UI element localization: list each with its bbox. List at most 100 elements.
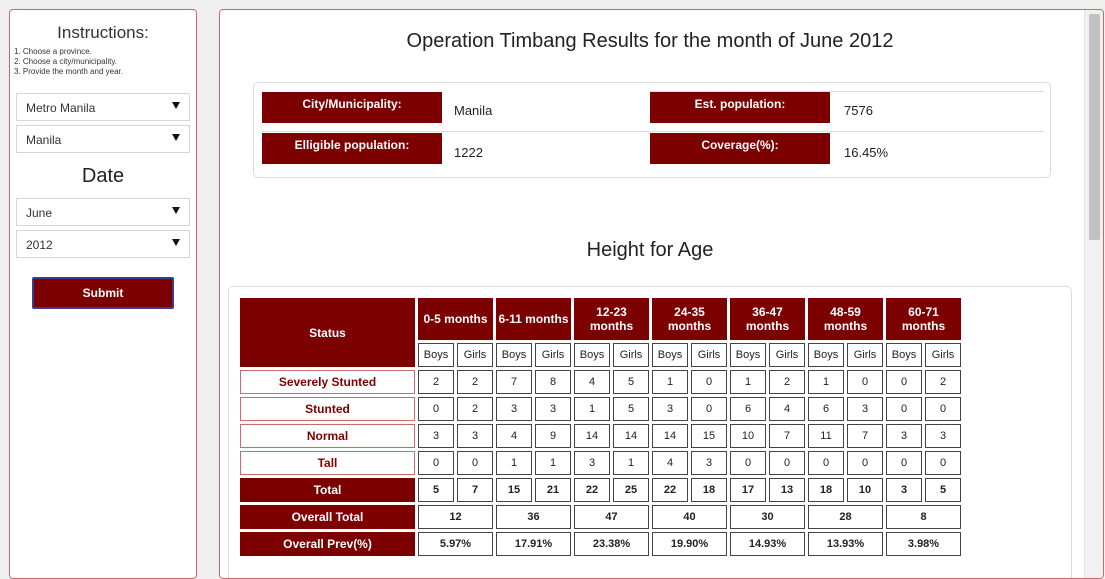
year-select[interactable]: 2012	[16, 230, 190, 258]
instructions-list: 1. Choose a province. 2. Choose a city/m…	[14, 47, 196, 77]
instruction-item: 2. Choose a city/municipality.	[14, 57, 118, 66]
table-row: Overall Total 12 36 47 40 30 28 8	[240, 505, 961, 529]
table-row: Severely Stunted 2 2 7 8 4 5 1 0 1 2 1 0 0 2	[240, 370, 961, 394]
page-title: Operation Timbang Results for the month …	[406, 30, 894, 52]
table-cell: 3	[496, 397, 532, 421]
boys-header: Boys	[886, 343, 922, 367]
girls-header: Girls	[613, 343, 649, 367]
row-label: Stunted	[240, 397, 415, 421]
results-table-container: Status 0-5 months 6-11 months 12-23 mont…	[228, 286, 1072, 578]
table-cell: 0	[769, 451, 805, 475]
table-cell: 3	[652, 397, 688, 421]
table-cell: 13.93%	[808, 532, 883, 556]
est-population-label: Est. population:	[650, 92, 830, 123]
table-cell: 10	[730, 424, 766, 448]
table-cell: 6	[730, 397, 766, 421]
boys-header: Boys	[496, 343, 532, 367]
table-cell: 1	[535, 451, 571, 475]
girls-header: Girls	[847, 343, 883, 367]
table-cell: 14	[574, 424, 610, 448]
submit-button[interactable]: Submit	[32, 277, 174, 309]
city-value: Manila	[454, 103, 493, 118]
table-cell: 8	[886, 505, 961, 529]
table-cell: 3.98%	[886, 532, 961, 556]
table-cell: 14	[613, 424, 649, 448]
coverage-label: Coverage(%):	[650, 133, 830, 164]
table-cell: 0	[925, 397, 961, 421]
table-cell: 0	[418, 451, 454, 475]
table-cell: 18	[808, 478, 844, 502]
table-cell: 1	[652, 370, 688, 394]
table-cell: 0	[418, 397, 454, 421]
table-cell: 19.90%	[652, 532, 727, 556]
table-cell: 3	[925, 424, 961, 448]
table-cell: 9	[535, 424, 571, 448]
table-cell: 15	[691, 424, 727, 448]
table-cell: 1	[496, 451, 532, 475]
section-title: Height for Age	[586, 239, 714, 261]
city-label: City/Municipality:	[262, 92, 442, 123]
age-group-header: 48-59 months	[808, 298, 883, 340]
age-group-header: 12-23 months	[574, 298, 649, 340]
elligible-population-value: 1222	[454, 145, 483, 160]
table-cell: 5	[613, 397, 649, 421]
table-cell: 7	[496, 370, 532, 394]
table-row: Overall Prev(%) 5.97% 17.91% 23.38% 19.90% 14…	[240, 532, 961, 556]
chevron-down-icon	[172, 207, 180, 214]
table-cell: 30	[730, 505, 805, 529]
table-cell: 1	[808, 370, 844, 394]
row-label: Tall	[240, 451, 415, 475]
table-cell: 0	[691, 370, 727, 394]
est-population-value: 7576	[844, 103, 873, 118]
table-cell: 7	[457, 478, 493, 502]
status-header: Status	[240, 298, 415, 367]
age-group-header: 24-35 months	[652, 298, 727, 340]
table-cell: 7	[847, 424, 883, 448]
girls-header: Girls	[535, 343, 571, 367]
province-select-value: Metro Manila	[26, 101, 96, 115]
boys-header: Boys	[574, 343, 610, 367]
table-cell: 21	[535, 478, 571, 502]
date-title: Date	[81, 165, 125, 187]
table-cell: 47	[574, 505, 649, 529]
table-cell: 1	[730, 370, 766, 394]
divider	[262, 131, 1044, 132]
table-cell: 3	[886, 424, 922, 448]
table-cell: 0	[847, 451, 883, 475]
table-cell: 0	[730, 451, 766, 475]
table-cell: 2	[769, 370, 805, 394]
table-cell: 5	[613, 370, 649, 394]
table-cell: 13	[769, 478, 805, 502]
table-cell: 3	[847, 397, 883, 421]
table-cell: 0	[886, 451, 922, 475]
table-cell: 3	[418, 424, 454, 448]
month-select-value: June	[26, 206, 53, 220]
girls-header: Girls	[925, 343, 961, 367]
table-cell: 40	[652, 505, 727, 529]
city-select[interactable]: Manila	[16, 125, 190, 153]
vertical-scrollbar[interactable]	[1084, 10, 1103, 578]
table-cell: 2	[418, 370, 454, 394]
table-cell: 3	[535, 397, 571, 421]
table-row: Tall 0 0 1 1 3 1 4 3 0 0 0 0 0 0	[240, 451, 961, 475]
table-cell: 1	[613, 451, 649, 475]
table-cell: 17	[730, 478, 766, 502]
row-label: Total	[240, 478, 415, 502]
table-cell: 4	[496, 424, 532, 448]
girls-header: Girls	[691, 343, 727, 367]
table-cell: 7	[769, 424, 805, 448]
row-label: Normal	[240, 424, 415, 448]
table-row: Stunted 0 2 3 3 1 5 3 0 6 4 6 3 0 0	[240, 397, 961, 421]
month-select[interactable]: June	[16, 198, 190, 226]
table-cell: 17.91%	[496, 532, 571, 556]
scrollbar-thumb[interactable]	[1089, 14, 1100, 240]
age-group-header: 0-5 months	[418, 298, 493, 340]
table-body: Severely Stunted 2 2 7 8 4 5 1 0 1 2 1 0 0 2 Stunted 0 2 3…	[240, 370, 961, 556]
table-row: Total 5 7 15 21 22 25 22 18 17 13 18 10 3 5	[240, 478, 961, 502]
height-for-age-table: Status 0-5 months 6-11 months 12-23 mont…	[237, 295, 964, 559]
age-group-header: 60-71 months	[886, 298, 961, 340]
table-cell: 2	[457, 397, 493, 421]
province-select[interactable]: Metro Manila	[16, 93, 190, 121]
table-cell: 18	[691, 478, 727, 502]
table-cell: 0	[886, 370, 922, 394]
